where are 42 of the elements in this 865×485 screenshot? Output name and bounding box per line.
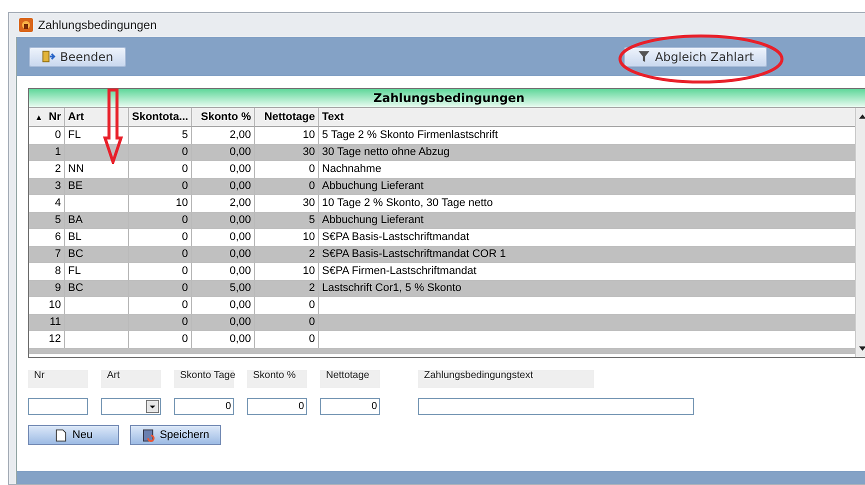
field-label: Skonto Tage [174,370,234,388]
column-header[interactable]: Skontota... [129,108,192,126]
table-cell-text: Abbuchung Lieferant [321,179,425,194]
table-cell-text: S€PA Basis-Lastschriftmandat [321,230,470,245]
window-title: Zahlungsbedingungen [38,18,157,32]
table-cell-text: Nachnahme [321,162,382,177]
field-label: Skonto % [247,370,307,388]
new-button[interactable]: Neu [28,425,119,445]
column-header[interactable]: Art [65,108,129,126]
column-header[interactable]: ▲ Nr [29,108,65,126]
input-field[interactable]: 0 [247,398,307,415]
column-header[interactable]: Skonto % [192,108,255,126]
input-field[interactable] [418,398,694,415]
field-label: Art [101,370,161,388]
scrollbar[interactable] [855,108,865,357]
input-field[interactable]: 0 [174,398,234,415]
filter-button[interactable]: Abgleich Zahlart [624,46,767,66]
table-cell-text: S€PA Firmen-Lastschriftmandat [321,264,478,279]
column-header[interactable]: Nettotage [255,108,319,126]
save-icon [142,428,156,442]
exit-button[interactable]: Beenden [29,46,126,66]
grid-title: Zahlungsbedingungen [29,89,865,108]
table-cell-text: Lastschrift Cor1, 5 % Skonto [321,281,462,296]
app-icon [19,18,33,32]
table-cell-text: S€PA Basis-Lastschriftmandat COR 1 [321,247,507,262]
save-button[interactable]: Speichern [130,425,221,445]
table-cell-text: 5 Tage 2 % Skonto Firmenlastschrift [321,128,499,143]
field-label: Nettotage [320,370,380,388]
table-cell-text: 10 Tage 2 % Skonto, 30 Tage netto [321,196,494,211]
exit-door-icon [42,50,56,63]
table-cell-text: Abbuchung Lieferant [321,213,425,228]
new-document-icon [54,428,68,442]
type-dropdown[interactable] [101,398,161,415]
field-label: Zahlungsbedingungstext [418,370,594,388]
field-label: Nr [28,370,88,388]
input-field[interactable]: 0 [320,398,380,415]
scroll-up-icon[interactable] [859,114,865,119]
scroll-down-icon[interactable] [859,346,865,351]
table-cell-text: 30 Tage netto ohne Abzug [321,145,451,160]
input-field[interactable] [28,398,88,415]
column-header[interactable]: Text [319,108,855,126]
filter-icon [636,50,651,63]
